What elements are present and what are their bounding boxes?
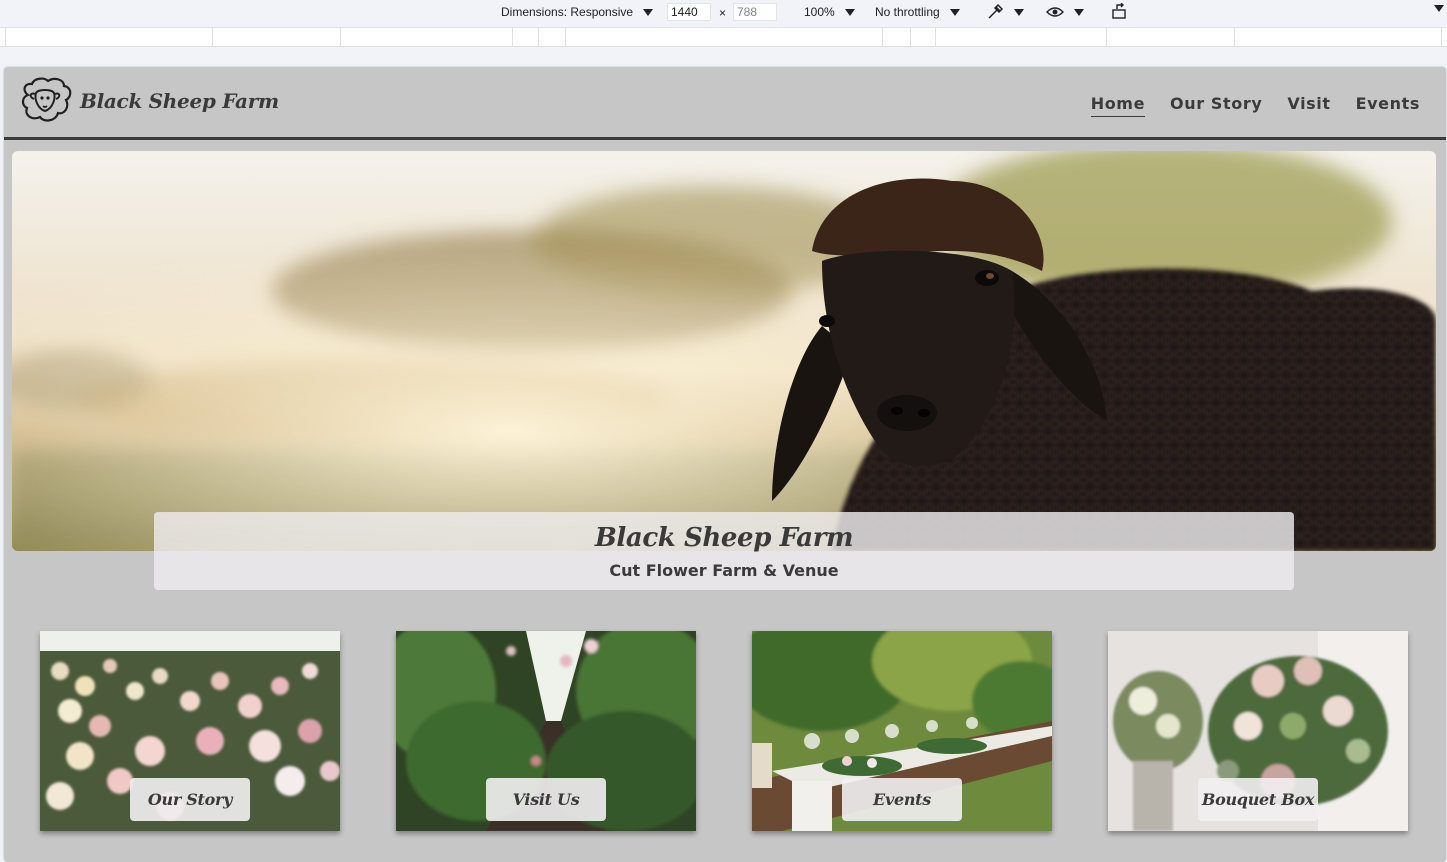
feature-cards: Our Story Visit Us Events Bouquet Box — [40, 631, 1410, 831]
card-visit-us[interactable]: Visit Us — [396, 631, 696, 831]
zoom-dropdown[interactable]: 100% — [804, 5, 855, 19]
card-our-story[interactable]: Our Story — [40, 631, 340, 831]
card-events[interactable]: Events — [752, 631, 1052, 831]
hero-caption: Black Sheep Farm Cut Flower Farm & Venue — [154, 512, 1294, 590]
site-logo[interactable]: Black Sheep Farm — [18, 75, 279, 127]
rotate-button[interactable] — [1111, 3, 1129, 21]
eyedropper-icon — [988, 3, 1004, 19]
devtools-toolbar: Dimensions: Responsive 1440 × 788 100% N… — [0, 0, 1447, 27]
ruler-tick — [935, 28, 936, 46]
throttling-dropdown[interactable]: No throttling — [875, 5, 960, 19]
ruler-tick — [340, 28, 341, 46]
ruler-tick — [910, 28, 911, 46]
media-query-ruler — [0, 27, 1447, 47]
ruler-tick — [212, 28, 213, 46]
ruler-tick — [1441, 28, 1442, 46]
eyedropper-button[interactable] — [986, 3, 1024, 21]
eye-icon — [1046, 7, 1064, 17]
ruler-tick — [882, 28, 883, 46]
zoom-label: 100% — [804, 5, 835, 19]
dimensions-label: Dimensions: Responsive — [501, 5, 634, 19]
nav-home[interactable]: Home — [1090, 94, 1146, 117]
card-visit-us-label: Visit Us — [486, 778, 606, 821]
black-sheep-photo — [12, 151, 1436, 551]
hero-subtitle: Cut Flower Farm & Venue — [609, 561, 839, 580]
ruler-tick — [5, 28, 6, 46]
dimension-separator: × — [719, 6, 727, 20]
chevron-down-icon — [1074, 8, 1084, 16]
chevron-down-icon — [1434, 5, 1444, 12]
sheep-icon — [21, 77, 72, 122]
site-header: Black Sheep Farm Home Our Story Visit Ev… — [4, 67, 1446, 140]
vision-button[interactable] — [1046, 3, 1084, 21]
ruler-tick — [1234, 28, 1235, 46]
card-events-label: Events — [842, 778, 962, 821]
card-bouquet-box[interactable]: Bouquet Box — [1108, 631, 1408, 831]
ruler-tick — [1106, 28, 1107, 46]
width-input[interactable]: 1440 — [667, 3, 711, 21]
rotate-icon — [1112, 3, 1126, 19]
hero-image — [12, 151, 1436, 551]
card-bouquet-box-label: Bouquet Box — [1198, 778, 1318, 821]
chevron-down-icon — [1014, 8, 1024, 16]
hero-title: Black Sheep Farm — [594, 523, 854, 553]
main-nav: Home Our Story Visit Events — [1090, 94, 1420, 117]
nav-events[interactable]: Events — [1356, 94, 1420, 117]
nav-our-story[interactable]: Our Story — [1170, 94, 1262, 117]
card-our-story-label: Our Story — [130, 778, 250, 821]
ruler-tick — [512, 28, 513, 46]
chevron-down-icon — [844, 8, 855, 16]
page-viewport: Black Sheep Farm Home Our Story Visit Ev… — [4, 67, 1446, 862]
height-input[interactable]: 788 — [733, 3, 777, 21]
chevron-down-icon — [643, 8, 654, 16]
chevron-down-icon — [949, 8, 960, 16]
nav-visit[interactable]: Visit — [1287, 94, 1330, 117]
throttling-label: No throttling — [875, 5, 940, 19]
logo-text: Black Sheep Farm — [80, 89, 279, 113]
dimensions-dropdown[interactable]: Dimensions: Responsive — [501, 5, 654, 19]
ruler-tick — [565, 28, 566, 46]
more-options-button[interactable] — [1430, 5, 1444, 12]
ruler-tick — [538, 28, 539, 46]
